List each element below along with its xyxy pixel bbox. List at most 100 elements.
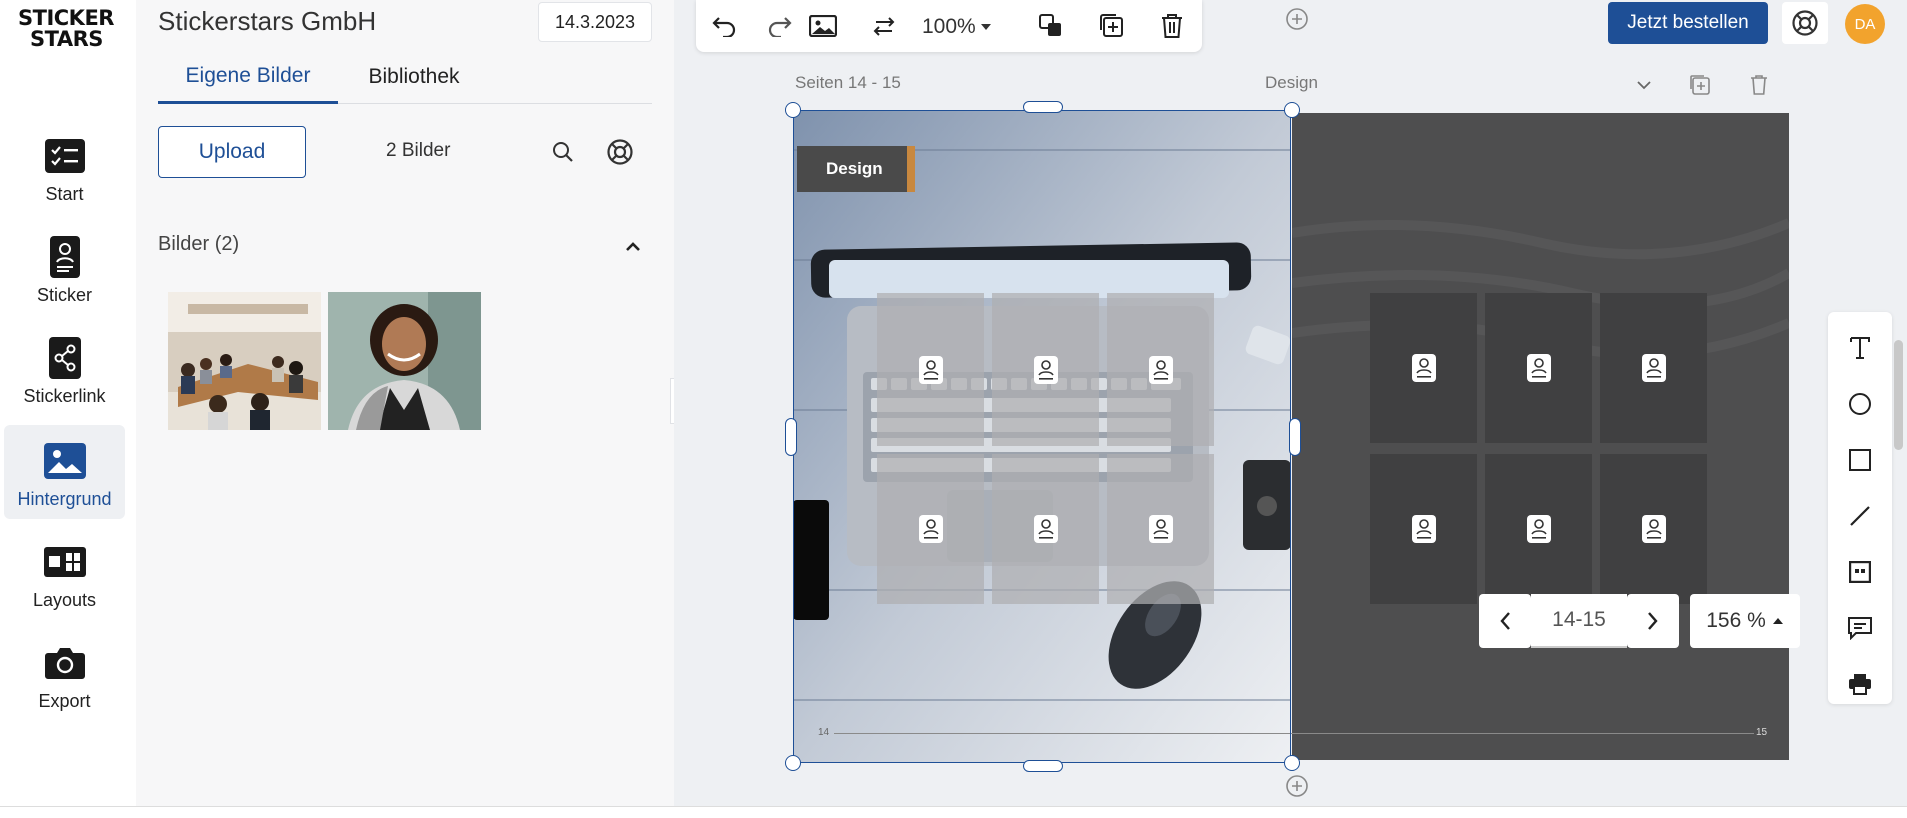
- resize-handle-top-right[interactable]: [1284, 102, 1300, 118]
- resize-handle-top-left[interactable]: [785, 102, 801, 118]
- spread-pages-label: Seiten 14 - 15: [795, 73, 901, 92]
- text-icon: [1850, 337, 1870, 359]
- tab-bibliothek[interactable]: Bibliothek: [354, 50, 474, 104]
- nav-label-layouts: Layouts: [32, 590, 97, 610]
- undo-button[interactable]: [704, 6, 744, 46]
- chevron-right-icon: [1648, 612, 1658, 630]
- delete-button[interactable]: [1152, 6, 1192, 46]
- print-button[interactable]: [1838, 662, 1882, 706]
- upload-button[interactable]: Upload: [158, 126, 306, 178]
- chevron-up-icon[interactable]: [617, 230, 649, 262]
- duplicate-button[interactable]: [1092, 6, 1132, 46]
- sticker-slot[interactable]: [1600, 454, 1707, 604]
- sticker-placeholder-icon: [1641, 515, 1666, 543]
- sticker-slot[interactable]: [1600, 293, 1707, 443]
- section-title: Bilder (2): [158, 233, 240, 255]
- order-now-button[interactable]: Jetzt bestellen: [1608, 2, 1768, 44]
- redo-button[interactable]: [760, 6, 800, 46]
- undo-icon: [712, 17, 736, 37]
- flip-button[interactable]: [864, 6, 904, 46]
- resize-handle-bottom[interactable]: [1023, 760, 1063, 772]
- nav-item-export[interactable]: Export: [4, 627, 125, 721]
- arrange-layers-button[interactable]: [1031, 6, 1071, 46]
- sticker-slot[interactable]: [992, 293, 1099, 446]
- sticker-placeholder-icon: [1411, 354, 1436, 382]
- add-page-above-icon[interactable]: [1284, 6, 1310, 32]
- rectangle-tool-button[interactable]: [1838, 438, 1882, 482]
- circle-icon: [1849, 393, 1871, 415]
- duplicate-page-icon[interactable]: [1687, 72, 1713, 98]
- line-icon: [1850, 506, 1870, 526]
- comment-tool-button[interactable]: [1838, 606, 1882, 650]
- design-dropdown-chevron-icon[interactable]: [1631, 72, 1657, 98]
- next-page-button[interactable]: [1627, 594, 1679, 648]
- current-pages[interactable]: 14-15: [1531, 594, 1627, 648]
- page-number-right: 15: [1756, 727, 1768, 738]
- nav-item-sticker[interactable]: Sticker: [4, 221, 125, 315]
- redo-icon: [768, 17, 792, 37]
- user-avatar[interactable]: DA: [1845, 4, 1885, 44]
- image-thumbnail-portrait[interactable]: [328, 292, 481, 430]
- image-icon: [809, 15, 837, 37]
- sticker-placeholder-icon: [1148, 355, 1173, 384]
- nav-label-sticker: Sticker: [36, 285, 92, 305]
- sticker-slot[interactable]: [877, 293, 984, 446]
- sticker-slot-tool-button[interactable]: [1838, 550, 1882, 594]
- sticker-icon: [43, 235, 87, 279]
- help-button[interactable]: [1782, 2, 1828, 44]
- help-lifebuoy-icon[interactable]: [604, 136, 636, 168]
- logo-line-2: STARS: [30, 27, 103, 51]
- sticker-placeholder-icon: [1033, 355, 1058, 384]
- help-lifebuoy-icon: [1792, 10, 1818, 36]
- add-page-below-icon[interactable]: [1284, 773, 1310, 799]
- zoom-dropdown[interactable]: 100%: [922, 10, 992, 44]
- sticker-slot[interactable]: [1485, 454, 1592, 604]
- sticker-placeholder-icon: [918, 355, 943, 384]
- sticker-slot[interactable]: [1370, 293, 1477, 443]
- sticker-placeholder-icon: [1148, 515, 1173, 543]
- design-label: Design: [1265, 73, 1318, 92]
- sticker-slot[interactable]: [1370, 454, 1477, 604]
- share-icon: [43, 336, 87, 380]
- resize-handle-bottom-left[interactable]: [785, 755, 801, 771]
- replace-image-button[interactable]: [803, 6, 843, 46]
- sticker-slot[interactable]: [1485, 293, 1592, 443]
- tab-eigene-bilder[interactable]: Eigene Bilder: [158, 50, 338, 104]
- square-icon: [1849, 449, 1871, 471]
- sticker-slot[interactable]: [992, 454, 1099, 604]
- resize-handle-top[interactable]: [1023, 101, 1063, 113]
- date-badge: 14.3.2023: [538, 2, 652, 42]
- line-tool-button[interactable]: [1838, 494, 1882, 538]
- stickerstars-logo[interactable]: STICKER STARS: [18, 8, 118, 50]
- camera-icon: [43, 641, 87, 685]
- circle-tool-button[interactable]: [1838, 382, 1882, 426]
- layout-grid-icon: [43, 540, 87, 584]
- nav-item-layouts[interactable]: Layouts: [4, 526, 125, 620]
- tool-rail: [1828, 312, 1892, 704]
- sticker-slot[interactable]: [877, 454, 984, 604]
- sticker-slot[interactable]: [1107, 293, 1214, 446]
- sticker-placeholder-icon: [1033, 515, 1058, 543]
- resize-handle-bottom-right[interactable]: [1284, 755, 1300, 771]
- nav-label-hintergrund: Hintergrund: [17, 489, 112, 509]
- vertical-scrollbar[interactable]: [1894, 340, 1903, 450]
- layers-icon: [1039, 14, 1061, 36]
- delete-page-icon[interactable]: [1746, 72, 1772, 98]
- resize-handle-left[interactable]: [785, 418, 797, 456]
- previous-page-button[interactable]: [1479, 594, 1531, 648]
- image-count: 2 Bilder: [386, 140, 451, 161]
- checklist-icon: [43, 134, 87, 178]
- canvas-zoom-value: 156 %: [1706, 609, 1766, 632]
- nav-item-stickerlink[interactable]: Stickerlink: [4, 322, 125, 416]
- image-thumbnail-meeting[interactable]: [168, 292, 321, 430]
- canvas-zoom-control[interactable]: 156 %: [1690, 594, 1800, 648]
- sticker-slot[interactable]: [1107, 454, 1214, 604]
- resize-handle-right[interactable]: [1289, 418, 1301, 456]
- text-tool-button[interactable]: [1838, 326, 1882, 370]
- nav-item-hintergrund[interactable]: Hintergrund: [4, 425, 125, 519]
- swap-arrows-icon: [873, 17, 895, 36]
- caret-up-icon: [1772, 618, 1783, 624]
- search-icon[interactable]: [547, 136, 579, 168]
- nav-item-start[interactable]: Start: [4, 120, 125, 214]
- design-tag[interactable]: Design: [797, 146, 915, 192]
